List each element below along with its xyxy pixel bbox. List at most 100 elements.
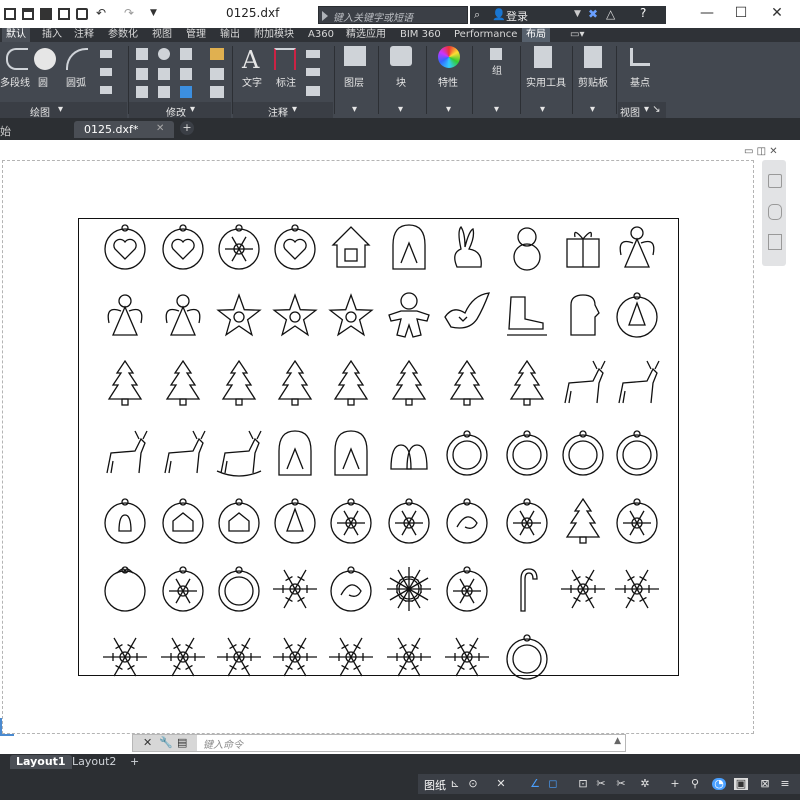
zoom-extents-icon[interactable] [768, 234, 782, 250]
offset-icon[interactable] [210, 86, 224, 98]
fillet-icon[interactable] [180, 68, 192, 80]
autodesk-icon[interactable]: △ [606, 7, 615, 21]
tool-polyline[interactable]: 多段线 [0, 74, 30, 89]
rotate-icon[interactable] [158, 48, 170, 60]
tab-parametric[interactable]: 参数化 [104, 28, 142, 42]
scale-icon[interactable] [158, 86, 170, 98]
tool-arc[interactable]: 圆弧 [66, 74, 86, 89]
panel-view-title[interactable]: 视图 [620, 104, 640, 119]
ortho-icon[interactable]: ⊙ [466, 778, 480, 790]
view-dropdown-icon[interactable]: ▾ ↘ [644, 104, 661, 115]
clean-screen-icon[interactable]: ⊠ [758, 778, 772, 790]
tool-clipboard[interactable]: 剪贴板 [578, 74, 608, 89]
paper-space-toggle[interactable]: 图纸 [424, 777, 446, 793]
mirror-icon[interactable] [158, 68, 170, 80]
command-input[interactable]: 键入命令 [203, 736, 243, 751]
customize-wrench-icon[interactable]: 🔧 [159, 736, 173, 749]
trim-icon[interactable] [180, 48, 192, 60]
explode-icon[interactable] [210, 68, 224, 80]
snap-icon[interactable]: ⊾ [448, 778, 462, 790]
viewport-controls[interactable]: ▭ ◫ ✕ [744, 146, 778, 157]
maximize-button[interactable]: ☐ [724, 3, 758, 23]
table-icon[interactable] [306, 86, 320, 96]
add-icon[interactable]: + [668, 778, 682, 790]
tab-a360[interactable]: A360 [304, 28, 338, 42]
tab-layout[interactable]: 布局 [522, 28, 550, 42]
annotation-dropdown-icon[interactable]: ▾ [292, 104, 297, 115]
close-button[interactable]: ✕ [760, 3, 794, 23]
stretch-icon[interactable] [136, 86, 148, 98]
polyline-icon[interactable] [6, 48, 28, 70]
array-icon[interactable] [180, 86, 192, 98]
draw-dropdown-icon[interactable]: ▾ [58, 104, 63, 115]
layers-icon[interactable] [344, 46, 366, 66]
login-dropdown-icon[interactable]: ▼ [574, 9, 581, 19]
quick-access-dropdown-icon[interactable]: ▼ [150, 8, 162, 20]
search-input[interactable]: 键入关键字或短语 [318, 6, 468, 24]
base-point-icon[interactable] [630, 48, 650, 66]
osnap-icon[interactable]: ◻ [546, 778, 560, 790]
block-icon[interactable] [390, 46, 412, 66]
group-dropdown-icon[interactable]: ▾ [494, 104, 499, 115]
open-file-icon[interactable] [22, 8, 34, 20]
leader-icon[interactable] [306, 68, 320, 76]
utilities-dropdown-icon[interactable]: ▾ [540, 104, 545, 115]
properties-icon[interactable] [438, 46, 460, 68]
tool-utilities[interactable]: 实用工具 [526, 74, 566, 89]
tab-layout1[interactable]: Layout1 [10, 755, 72, 769]
annotation-scale-icon[interactable]: ✂ [614, 778, 628, 790]
text-icon[interactable]: A [242, 46, 259, 74]
tool-group[interactable]: 组 [492, 62, 502, 77]
tool-block[interactable]: 块 [396, 74, 406, 89]
command-line[interactable]: ✕ 🔧 ▤ 键入命令 ▲ [132, 734, 626, 752]
navigation-bar[interactable] [762, 160, 786, 266]
new-file-icon[interactable] [4, 8, 16, 20]
polar-icon[interactable]: ✕ [494, 778, 508, 790]
utilities-icon[interactable] [534, 46, 552, 68]
login-link[interactable]: 登录 [506, 8, 528, 24]
tool-layers[interactable]: 图层 [344, 74, 364, 89]
region-icon[interactable] [100, 86, 112, 94]
tab-manage[interactable]: 管理 [182, 28, 210, 42]
block-dropdown-icon[interactable]: ▾ [398, 104, 403, 115]
start-tab[interactable]: 始 [0, 123, 11, 139]
clipboard-dropdown-icon[interactable]: ▾ [590, 104, 595, 115]
clipboard-icon[interactable] [584, 46, 602, 68]
lineweight-icon[interactable]: ⊡ [576, 778, 590, 790]
layers-dropdown-icon[interactable]: ▾ [352, 104, 357, 115]
new-tab-button[interactable]: + [180, 121, 194, 135]
binoculars-icon[interactable]: ⌕ [474, 8, 480, 22]
units-icon[interactable]: ⚲ [688, 778, 702, 790]
recent-commands-icon[interactable]: ▤ [177, 736, 187, 749]
tab-insert[interactable]: 插入 [38, 28, 66, 42]
linear-icon[interactable] [306, 50, 320, 58]
circle-icon[interactable] [34, 48, 56, 70]
move-icon[interactable] [136, 48, 148, 60]
pan-icon[interactable] [768, 204, 782, 220]
properties-dropdown-icon[interactable]: ▾ [446, 104, 451, 115]
dimension-icon[interactable] [274, 48, 296, 70]
undo-icon[interactable]: ↶ [96, 6, 108, 20]
isometric-icon[interactable]: ∠ [528, 778, 542, 790]
graphics-performance-icon[interactable]: ▣ [734, 778, 748, 790]
group-icon[interactable] [490, 48, 502, 60]
modify-dropdown-icon[interactable]: ▾ [190, 104, 195, 115]
file-tab[interactable]: 0125.dxf* ✕ [74, 121, 174, 138]
redo-icon[interactable]: ↷ [124, 6, 136, 20]
tab-bim360[interactable]: BIM 360 [396, 28, 445, 42]
transparency-icon[interactable]: ✂ [594, 778, 608, 790]
workspace-icon[interactable]: ✲ [638, 778, 652, 790]
tool-properties[interactable]: 特性 [438, 74, 458, 89]
copy-icon[interactable] [136, 68, 148, 80]
tool-dimension[interactable]: 标注 [276, 74, 296, 89]
erase-icon[interactable] [210, 48, 224, 60]
close-tab-icon[interactable]: ✕ [156, 123, 164, 134]
tab-featured-apps[interactable]: 精选应用 [342, 28, 390, 42]
hatch-icon[interactable] [100, 68, 112, 76]
save-as-icon[interactable] [58, 8, 70, 20]
tab-performance[interactable]: Performance [450, 28, 521, 42]
panel-modify-title[interactable]: 修改 [166, 104, 186, 119]
rectangle-icon[interactable] [100, 50, 112, 58]
quick-properties-icon[interactable]: ◔ [712, 778, 726, 790]
close-command-line-icon[interactable]: ✕ [143, 736, 152, 749]
